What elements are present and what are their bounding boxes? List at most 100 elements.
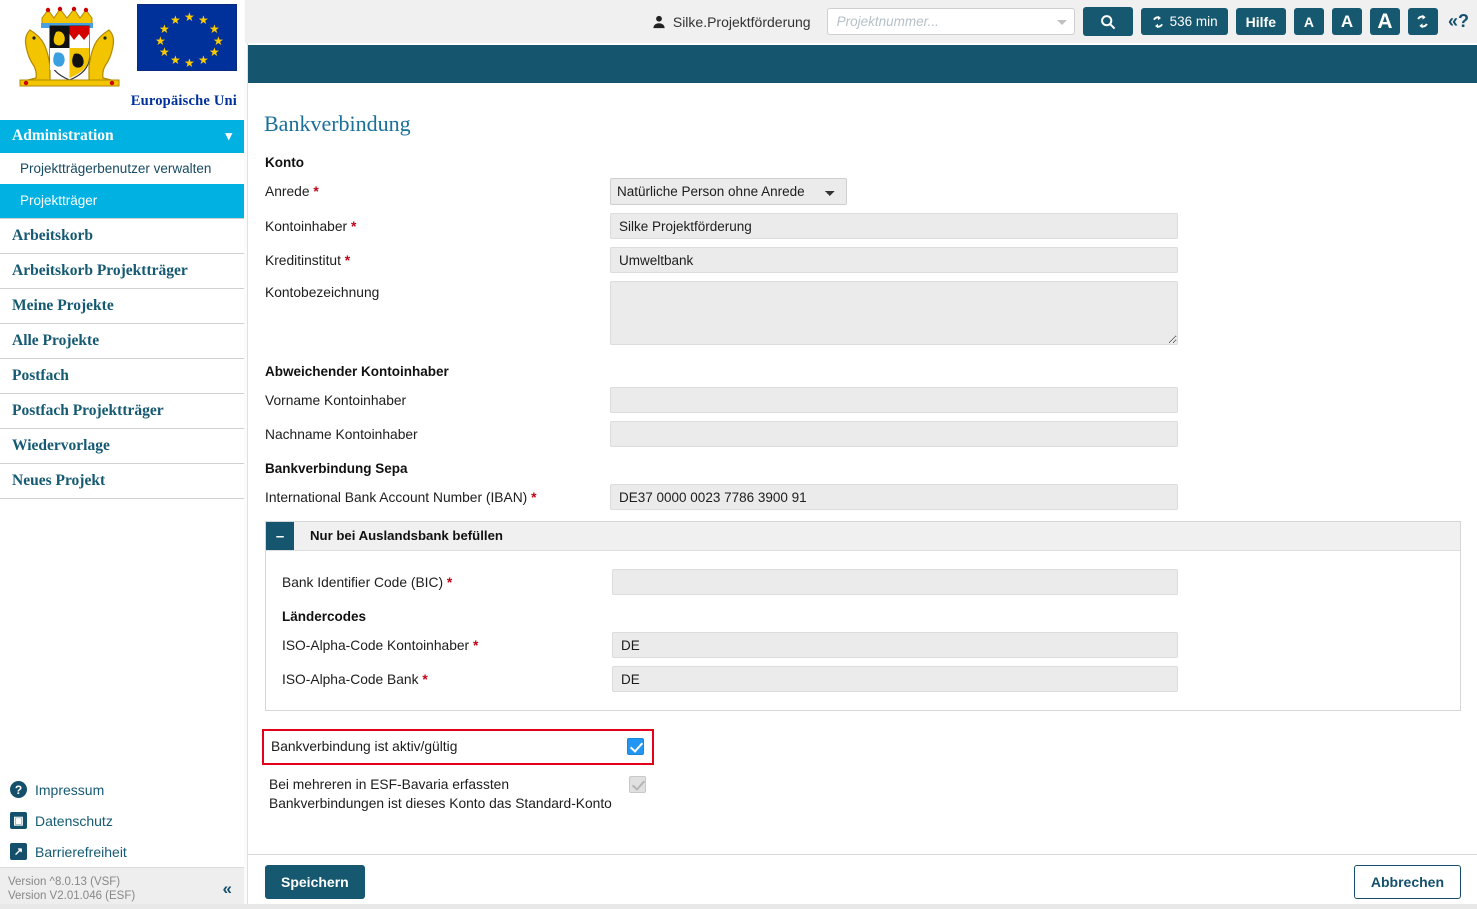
font-size-medium-label: A <box>1340 11 1354 31</box>
project-search-combo[interactable] <box>826 8 1075 35</box>
save-button[interactable]: Speichern <box>265 865 365 899</box>
search-button[interactable] <box>1082 7 1133 36</box>
checkbox-bankverbindung-aktiv[interactable] <box>627 738 644 755</box>
sidebar-item-label: Arbeitskorb <box>12 227 93 244</box>
required-marker: * <box>472 637 479 653</box>
required-marker: * <box>350 218 357 234</box>
label-bic: Bank Identifier Code (BIC) * <box>282 575 612 590</box>
footer-link-datenschutz[interactable]: ▣ Datenschutz <box>10 805 244 836</box>
required-marker: * <box>531 489 537 505</box>
label-vorname-kontoinhaber: Vorname Kontoinhaber <box>265 393 610 408</box>
field-row-iso-bank: ISO-Alpha-Code Bank * <box>282 666 1460 692</box>
label-anrede: Anrede * <box>265 184 610 199</box>
input-vorname-kontoinhaber[interactable] <box>610 387 1178 413</box>
sidebar-item-label: Neues Projekt <box>12 472 106 489</box>
footer-link-impressum[interactable]: ? Impressum <box>10 774 244 805</box>
sidebar-group-administration[interactable]: Administration ▾ <box>0 120 244 153</box>
section-heading-laendercodes: Ländercodes <box>282 609 367 624</box>
sidebar-item-projekttraegerbenutzer-verwalten[interactable]: Projektträgerbenutzer verwalten <box>0 153 244 184</box>
input-bic[interactable] <box>612 569 1178 595</box>
panel-body: Bank Identifier Code (BIC) * Ländercodes… <box>266 551 1460 710</box>
section-heading-abweichender-kontoinhaber: Abweichender Kontoinhaber <box>265 364 449 379</box>
sidebar-item-meine-projekte[interactable]: Meine Projekte <box>0 288 244 323</box>
input-iso-bank[interactable] <box>612 666 1178 692</box>
session-timer-button[interactable]: 536 min <box>1140 8 1228 35</box>
field-row-nachname-kontoinhaber: Nachname Kontoinhaber <box>265 421 1477 447</box>
field-row-bic: Bank Identifier Code (BIC) * <box>282 569 1460 595</box>
panel-collapse-toggle[interactable]: – <box>266 522 294 550</box>
input-iso-kontoinhaber[interactable] <box>612 632 1178 658</box>
checkbox-label-bankverbindung-aktiv: Bankverbindung ist aktiv/gültig <box>271 739 458 754</box>
textarea-kontobezeichnung[interactable] <box>610 281 1178 345</box>
panel-header[interactable]: – Nur bei Auslandsbank befüllen <box>265 521 1461 551</box>
checkbox-block: Bankverbindung ist aktiv/gültig Bei mehr… <box>262 729 1477 819</box>
current-user-name: Silke.Projektförderung <box>672 13 811 30</box>
select-anrede[interactable]: Natürliche Person ohne Anrede <box>610 178 847 205</box>
sidebar-item-postfach[interactable]: Postfach <box>0 358 244 393</box>
font-size-large-button[interactable]: A <box>1369 8 1400 35</box>
session-timer-label: 536 min <box>1169 14 1218 29</box>
sidebar-item-neues-projekt[interactable]: Neues Projekt <box>0 463 244 499</box>
application-window: ★ ★ ★ ★ ★ ★ ★ ★ ★ ★ ★ ★ Europäische Uni … <box>0 0 1477 909</box>
field-row-kreditinstitut: Kreditinstitut * <box>265 247 1477 273</box>
sidebar-item-projekttraeger[interactable]: Projektträger <box>0 184 244 218</box>
sidebar-item-postfach-projekttraeger[interactable]: Postfach Projektträger <box>0 393 244 428</box>
required-marker: * <box>313 184 319 199</box>
label-kreditinstitut: Kreditinstitut * <box>265 253 610 268</box>
field-row-kontoinhaber: Kontoinhaber * <box>265 213 1477 239</box>
field-row-iban: International Bank Account Number (IBAN)… <box>265 484 1477 510</box>
refresh-icon <box>1417 14 1429 29</box>
sidebar-group-label: Administration <box>12 127 114 144</box>
logo-area: ★ ★ ★ ★ ★ ★ ★ ★ ★ ★ ★ ★ Europäische Uni <box>0 0 244 118</box>
search-input[interactable] <box>827 9 1074 34</box>
refresh-button[interactable] <box>1407 8 1438 35</box>
european-union-flag: ★ ★ ★ ★ ★ ★ ★ ★ ★ ★ ★ ★ <box>137 4 237 71</box>
input-iban[interactable] <box>610 484 1178 510</box>
user-icon <box>653 15 665 28</box>
cancel-button[interactable]: Abbrechen <box>1353 865 1461 899</box>
help-button[interactable]: Hilfe <box>1235 8 1286 35</box>
font-size-small-button[interactable]: A <box>1293 8 1324 35</box>
footer-link-label: Barrierefreiheit <box>35 843 127 860</box>
sidebar-item-label: Wiedervorlage <box>12 437 110 454</box>
chevron-down-icon[interactable] <box>1056 20 1067 25</box>
label-anrede-text: Anrede <box>265 184 310 199</box>
sidebar-item-wiedervorlage[interactable]: Wiedervorlage <box>0 428 244 463</box>
sidebar-item-label: Postfach <box>12 367 69 384</box>
chevron-down-icon: ▾ <box>225 128 232 143</box>
bottom-strip <box>0 904 1477 909</box>
sidebar-item-arbeitskorb[interactable]: Arbeitskorb <box>0 218 244 253</box>
checkbox-label-line-1: Bei mehreren in ESF-Bavaria erfassten <box>269 777 510 792</box>
input-nachname-kontoinhaber[interactable] <box>610 421 1178 447</box>
sidebar: ★ ★ ★ ★ ★ ★ ★ ★ ★ ★ ★ ★ Europäische Uni … <box>0 0 245 909</box>
required-marker: * <box>446 574 453 590</box>
section-heading-konto: Konto <box>265 155 304 170</box>
page-title: Bankverbindung <box>264 111 411 136</box>
eu-caption: Europäische Uni <box>130 93 237 109</box>
field-row-kontobezeichnung: Kontobezeichnung <box>265 281 1477 350</box>
font-size-medium-button[interactable]: A <box>1331 8 1362 35</box>
sidebar-subitem-label: Projektträgerbenutzer verwalten <box>20 161 212 176</box>
bavaria-coat-of-arms <box>12 4 127 92</box>
input-kreditinstitut[interactable] <box>610 247 1178 273</box>
footer-link-barrierefreiheit[interactable]: ↗ Barrierefreiheit <box>10 836 244 867</box>
top-toolbar: Silke.Projektförderung 536 min Hilfe A A <box>245 0 1477 43</box>
sidebar-item-alle-projekte[interactable]: Alle Projekte <box>0 323 244 358</box>
refresh-icon <box>1152 15 1163 28</box>
sidebar-footer-links: ? Impressum ▣ Datenschutz ↗ Barrierefrei… <box>0 774 244 867</box>
checkbox-row-bankverbindung-aktiv: Bankverbindung ist aktiv/gültig <box>262 729 654 765</box>
teal-header-band <box>248 45 1477 83</box>
version-line-2: Version V2.01.046 (ESF) <box>8 889 136 902</box>
label-iso-bank-text: ISO-Alpha-Code Bank <box>282 671 419 687</box>
checkbox-standard-konto <box>629 776 646 793</box>
label-bic-text: Bank Identifier Code (BIC) <box>282 574 444 590</box>
help-label: Hilfe <box>1245 13 1276 30</box>
input-kontoinhaber[interactable] <box>610 213 1178 239</box>
privacy-badge-icon: ▣ <box>10 812 27 829</box>
label-nachname-text: Nachname Kontoinhaber <box>265 426 418 442</box>
help-toggle-icon[interactable]: «? <box>1446 11 1469 32</box>
panel-auslandsbank: – Nur bei Auslandsbank befüllen Bank Ide… <box>265 521 1461 711</box>
version-line-1: Version ^8.0.13 (VSF) <box>8 875 121 888</box>
sidebar-collapse-button[interactable]: « <box>223 879 232 899</box>
sidebar-item-arbeitskorb-projekttraeger[interactable]: Arbeitskorb Projektträger <box>0 253 244 288</box>
